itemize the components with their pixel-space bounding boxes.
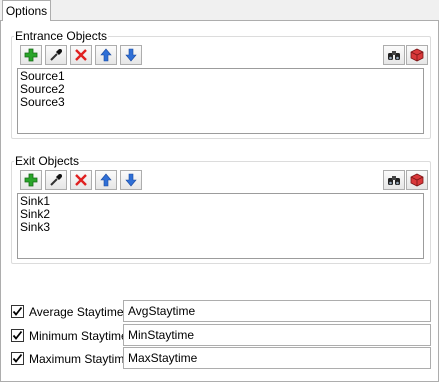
average-staytime-field[interactable]: AvgStaytime [123,300,431,322]
average-staytime-label: Average Staytime [29,305,124,319]
entrance-add-button[interactable] [20,45,42,65]
entrance-view-button[interactable] [406,45,428,65]
tab-options-label: Options [5,4,48,18]
entrance-move-up-button[interactable] [95,45,117,65]
binoculars-icon [388,176,400,185]
exit-move-up-button[interactable] [95,170,117,190]
entrance-objects-list[interactable]: Source1 Source2 Source3 [17,68,424,134]
average-staytime-checkbox[interactable] [11,305,24,318]
list-item[interactable]: Source2 [20,83,421,96]
arrow-up-icon [100,173,112,187]
list-item[interactable]: Source3 [20,96,421,109]
exit-find-button[interactable] [383,170,405,190]
maximum-staytime-checkbox[interactable] [11,352,24,365]
eyedropper-icon [50,49,62,61]
exit-sample-button[interactable] [45,170,67,190]
checkmark-icon [12,306,23,316]
list-item[interactable]: Source1 [20,70,421,83]
plus-icon [24,48,38,62]
list-item[interactable]: Sink1 [20,195,421,208]
cube-icon [410,48,424,62]
arrow-down-icon [125,173,137,187]
checkmark-icon [12,330,23,340]
list-item[interactable]: Sink3 [20,221,421,234]
plus-icon [24,173,38,187]
arrow-up-icon [100,48,112,62]
checkmark-icon [12,353,23,363]
delete-x-icon [75,49,87,61]
entrance-sample-button[interactable] [45,45,67,65]
entrance-find-button[interactable] [383,45,405,65]
entrance-remove-button[interactable] [70,45,92,65]
cube-icon [410,173,424,187]
maximum-staytime-label: Maximum Staytime [29,352,132,366]
exit-remove-button[interactable] [70,170,92,190]
arrow-down-icon [125,48,137,62]
minimum-staytime-checkbox[interactable] [11,329,24,342]
exit-objects-group: Exit Objects Sink1 Sink2 Sink3 [11,154,431,264]
maximum-staytime-field[interactable]: MaxStaytime [123,347,431,369]
list-item[interactable]: Sink2 [20,208,421,221]
minimum-staytime-label: Minimum Staytime [29,329,128,343]
exit-objects-title: Exit Objects [14,154,81,168]
entrance-objects-group: Entrance Objects Source1 Source2 Source3 [11,29,431,139]
exit-view-button[interactable] [406,170,428,190]
entrance-move-down-button[interactable] [120,45,142,65]
minimum-staytime-field[interactable]: MinStaytime [123,324,431,346]
options-panel: Entrance Objects Source1 Source2 Source3 [0,20,439,382]
delete-x-icon [75,174,87,186]
tab-options[interactable]: Options [2,0,51,21]
entrance-objects-title: Entrance Objects [14,29,109,43]
binoculars-icon [388,51,400,60]
eyedropper-icon [50,174,62,186]
exit-add-button[interactable] [20,170,42,190]
exit-move-down-button[interactable] [120,170,142,190]
exit-objects-list[interactable]: Sink1 Sink2 Sink3 [17,193,424,259]
